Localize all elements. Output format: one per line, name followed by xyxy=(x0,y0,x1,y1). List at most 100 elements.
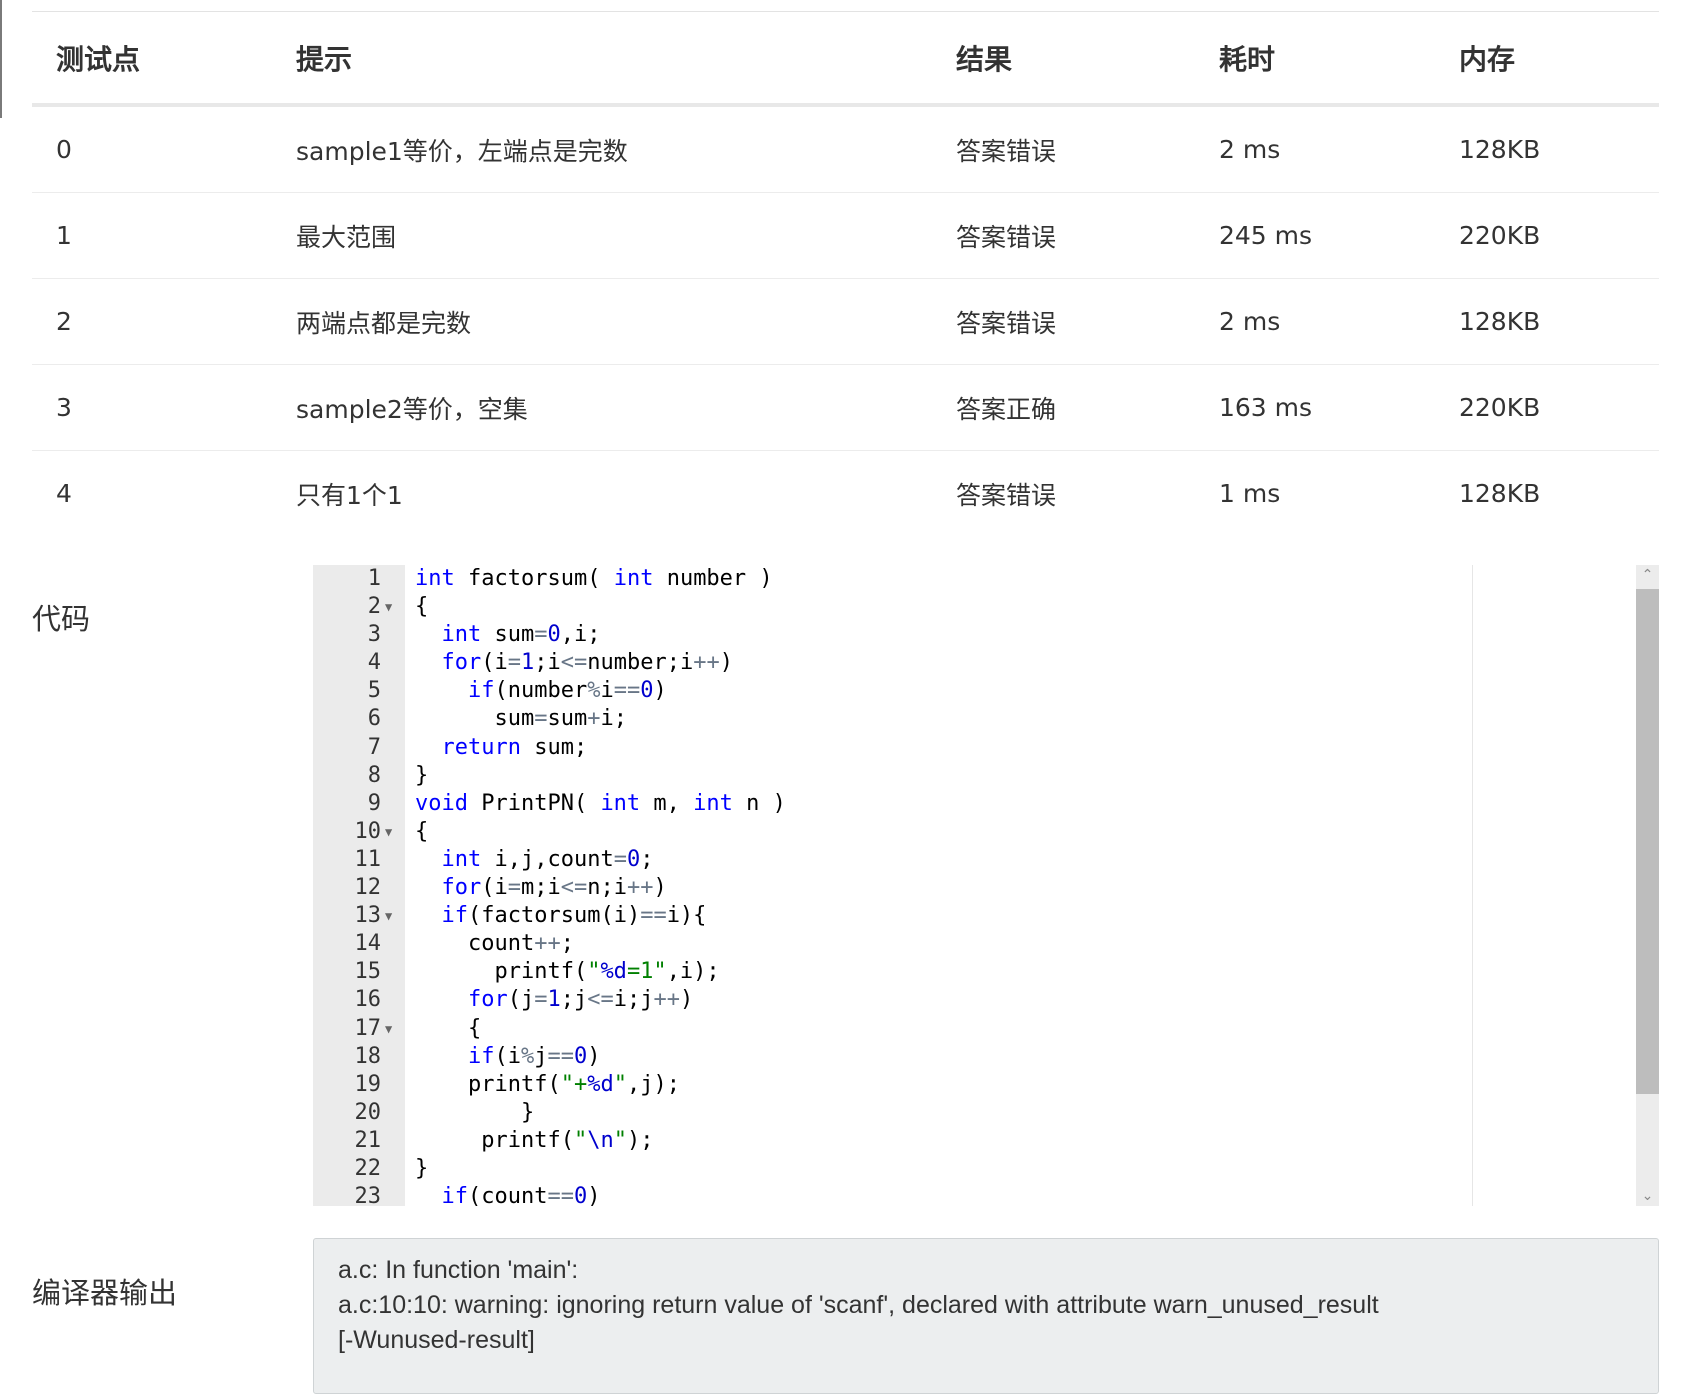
code-text: if(count==0) xyxy=(441,1184,601,1206)
fold-arrow-icon[interactable]: ▼ xyxy=(385,902,392,930)
code-text: count++; xyxy=(415,931,574,957)
code-line[interactable]: 20 } xyxy=(313,1099,1633,1127)
code-line[interactable]: 3 int sum=0,i; xyxy=(313,621,1633,649)
code-line[interactable]: 18 if(i%j==0) xyxy=(313,1043,1633,1071)
code-line[interactable]: 19 printf("+%d",j); xyxy=(313,1071,1633,1099)
line-number: 9 xyxy=(367,790,381,816)
compiler-output: a.c: In function 'main': a.c:10:10: warn… xyxy=(313,1238,1659,1394)
code-line[interactable]: 21 printf("\n"); xyxy=(313,1127,1633,1155)
case-memory: 128KB xyxy=(1435,105,1659,193)
code-line[interactable]: 16 for(j=1;j<=i;j++) xyxy=(313,986,1633,1014)
case-memory: 128KB xyxy=(1459,479,1541,508)
code-line[interactable]: 2 ▼ { xyxy=(313,593,1633,621)
code-line[interactable]: 4 for(i=1;i<=number;i++) xyxy=(313,649,1633,677)
code-line[interactable]: 14 count++; xyxy=(313,930,1633,958)
case-time: 2 ms xyxy=(1195,278,1435,365)
case-result: 答案错误 xyxy=(932,278,1195,365)
case-memory: 220KB xyxy=(1435,364,1659,451)
compiler-output-label: 编译器输出 xyxy=(32,1276,178,1310)
line-number: 6 xyxy=(367,706,381,732)
case-hint: 两端点都是完数 xyxy=(272,278,932,365)
code-text: printf("+%d",j); xyxy=(415,1071,680,1097)
code-text: if(i%j==0) xyxy=(467,1043,601,1069)
code-text: { xyxy=(415,1015,482,1041)
line-number: 13 xyxy=(354,903,382,929)
code-line[interactable]: 8} xyxy=(313,762,1633,790)
header-result: 结果 xyxy=(932,12,1195,107)
code-line[interactable]: 13 ▼ if(factorsum(i)==i){ xyxy=(313,902,1633,930)
table-row: 4 只有1个1 答案错误 1 ms 128KB xyxy=(32,451,1659,537)
code-line[interactable]: 11 int i,j,count=0; xyxy=(313,846,1633,874)
compiler-output-line: a.c: In function 'main': xyxy=(338,1256,579,1284)
code-line[interactable]: 22} xyxy=(313,1155,1633,1183)
header-memory: 内存 xyxy=(1435,12,1659,107)
line-number: 7 xyxy=(367,734,381,760)
line-number: 3 xyxy=(367,622,381,648)
case-memory: 128KB xyxy=(1435,278,1659,365)
header-hint: 提示 xyxy=(272,12,932,107)
code-text: return sum; xyxy=(441,734,588,760)
code-text: if(number%i==0) xyxy=(467,678,667,704)
case-memory: 220KB xyxy=(1435,192,1659,279)
code-line[interactable]: 9 void PrintPN( int m, int n ) xyxy=(313,790,1633,818)
table-header-row: 测试点 提示 结果 耗时 内存 xyxy=(32,12,1659,107)
fold-arrow-icon[interactable]: ▼ xyxy=(385,818,392,846)
table-row: 0 sample1等价，左端点是完数 答案错误 2 ms 128KB xyxy=(32,105,1659,193)
case-result: 答案正确 xyxy=(932,364,1195,451)
line-number: 10 xyxy=(354,818,382,844)
line-number: 23 xyxy=(354,1184,382,1206)
line-number: 19 xyxy=(354,1071,382,1097)
code-line[interactable]: 6 sum=sum+i; xyxy=(313,705,1633,733)
code-text: { xyxy=(415,594,429,620)
page-edge xyxy=(0,0,2,118)
case-hint: 最大范围 xyxy=(272,192,932,279)
line-number: 11 xyxy=(354,846,382,872)
case-time: 163 ms xyxy=(1195,364,1435,451)
divider xyxy=(32,0,1659,12)
code-text: sum=sum+i; xyxy=(415,706,627,732)
code-line[interactable]: 7 return sum; xyxy=(313,734,1633,762)
fold-arrow-icon[interactable]: ▼ xyxy=(385,593,392,621)
code-line[interactable]: 17 ▼ { xyxy=(313,1015,1633,1043)
line-number: 22 xyxy=(354,1155,382,1181)
line-number: 8 xyxy=(367,762,381,788)
case-id: 2 xyxy=(32,278,272,365)
code-line[interactable]: 15 printf("%d=1",i); xyxy=(313,958,1633,986)
case-result: 答案错误 xyxy=(932,192,1195,279)
code-line[interactable]: 5 if(number%i==0) xyxy=(313,677,1633,705)
code-text: int i,j,count=0; xyxy=(441,846,654,872)
code-line[interactable]: 1 int factorsum( int number ) xyxy=(313,565,1633,593)
code-lines[interactable]: 1 int factorsum( int number ) 2 ▼{3 int sum… xyxy=(313,565,1633,1206)
code-text: int factorsum( int number ) xyxy=(415,566,773,591)
case-id: 1 xyxy=(32,192,272,279)
table-row: 2 两端点都是完数 答案错误 2 ms 128KB xyxy=(32,278,1659,365)
code-line[interactable]: 12 for(i=m;i<=n;i++) xyxy=(313,874,1633,902)
line-number: 5 xyxy=(367,678,381,704)
scrollbar-thumb[interactable] xyxy=(1636,589,1659,1094)
results-table: 测试点 提示 结果 耗时 内存 0 sample1等价，左端点是完数 答案错误 … xyxy=(32,12,1659,536)
case-time: 2 ms xyxy=(1195,105,1435,193)
code-section-label: 代码 xyxy=(32,602,91,636)
header-case: 测试点 xyxy=(32,12,272,107)
results-table-container: 测试点 提示 结果 耗时 内存 0 sample1等价，左端点是完数 答案错误 … xyxy=(32,0,1659,536)
line-number: 2 xyxy=(367,594,381,620)
code-line[interactable]: 10 ▼ { xyxy=(313,818,1633,846)
fold-arrow-icon[interactable]: ▼ xyxy=(385,1015,392,1043)
code-text: printf("%d=1",i); xyxy=(415,959,720,985)
line-number: 17 xyxy=(354,1015,382,1041)
table-row: 3 sample2等价，空集 答案正确 163 ms 220KB xyxy=(32,364,1659,451)
code-line[interactable]: 23 if(count==0) xyxy=(313,1183,1633,1206)
code-text: } xyxy=(415,1099,535,1125)
line-number: 18 xyxy=(354,1043,382,1069)
case-time: 245 ms xyxy=(1195,192,1435,279)
code-text: if(factorsum(i)==i){ xyxy=(441,903,707,929)
code-text: for(j=1;j<=i;j++) xyxy=(467,987,694,1013)
line-number: 15 xyxy=(354,959,382,985)
code-editor[interactable]: 1 int factorsum( int number ) 2 ▼{3 int sum… xyxy=(313,565,1659,1206)
compiler-output-line: [-Wunused-result] xyxy=(338,1326,535,1354)
scroll-up-icon[interactable]: ⌃ xyxy=(1636,567,1659,583)
case-result: 答案错误 xyxy=(932,105,1195,193)
vertical-scrollbar[interactable]: ⌃ ⌄ xyxy=(1636,565,1659,1206)
code-text: void PrintPN( int m, int n ) xyxy=(415,790,786,816)
scroll-down-icon[interactable]: ⌄ xyxy=(1636,1188,1659,1204)
